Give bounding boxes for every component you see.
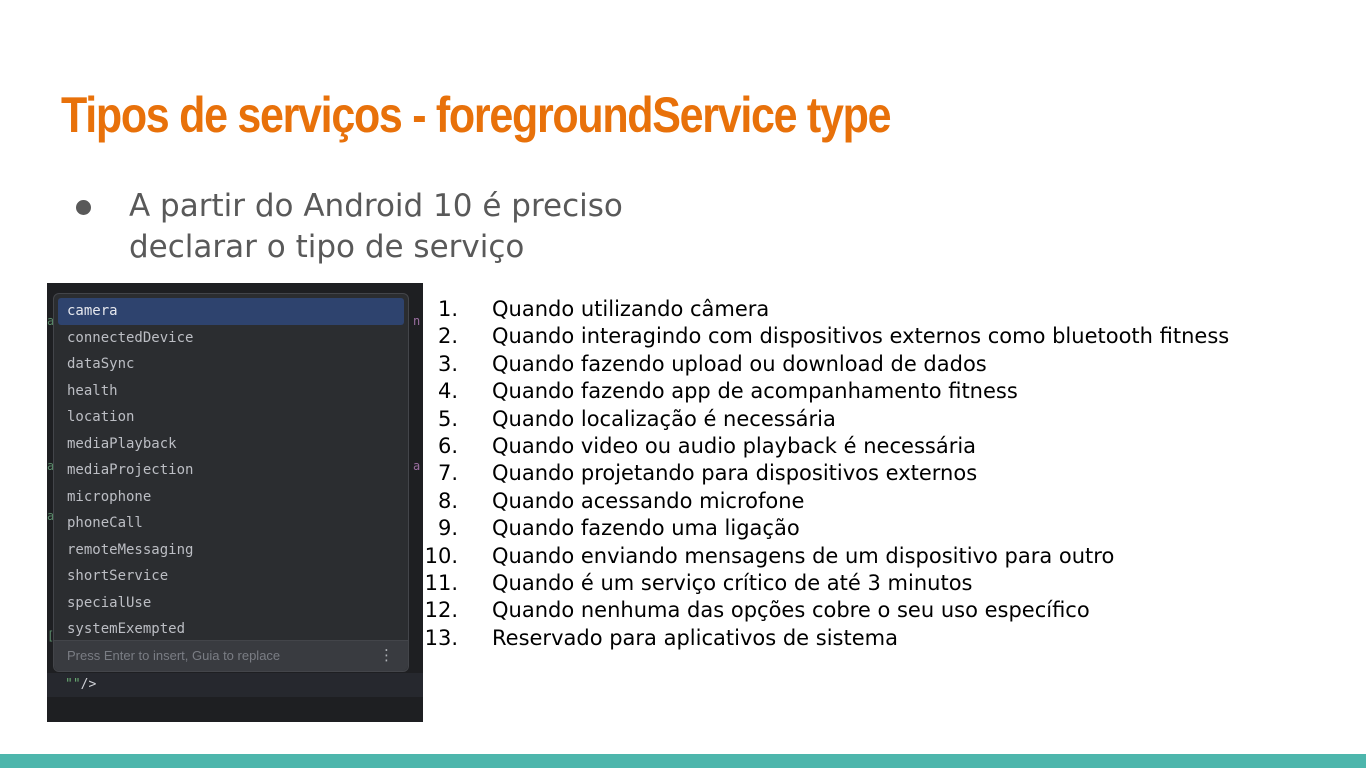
list-item: 7. Quando projetando para dispositivos ex… — [420, 460, 1320, 487]
list-item-number: 12. — [424, 598, 458, 623]
autocomplete-item-datasync[interactable]: dataSync — [58, 351, 404, 378]
list-item-text: Quando localização é necessária — [492, 406, 836, 431]
autocomplete-item-camera[interactable]: camera — [58, 298, 404, 325]
list-item-number: 8. — [437, 488, 458, 513]
autocomplete-item-remotemessaging[interactable]: remoteMessaging — [58, 537, 404, 564]
list-item-text: Quando utilizando câmera — [492, 297, 770, 321]
bullet-text: A partir do Android 10 é preciso declara… — [129, 186, 689, 268]
autocomplete-list: camera connectedDevice dataSync health locat… — [58, 298, 404, 643]
list-item-text: Quando fazendo upload ou download de dad… — [492, 351, 987, 376]
list-item: 12. Quando nenhuma das opções cobre o seu… — [420, 597, 1320, 624]
bullet-line-1: A partir do Android 10 é preciso — [129, 188, 623, 224]
list-item-number: 1. — [437, 297, 458, 321]
code-tag-close: /> — [80, 677, 97, 692]
footer-accent-bar — [0, 754, 1366, 768]
autocomplete-item-systemexempted[interactable]: systemExempted — [58, 616, 404, 643]
foreground-service-types-list: 1. Quando utilizando câmera 2. Quando inter… — [420, 296, 1320, 652]
list-item-number: 2. — [437, 324, 458, 349]
list-item: 1. Quando utilizando câmera — [420, 296, 1320, 323]
list-item-text: Quando enviando mensagens de um disposit… — [492, 543, 1115, 568]
list-item-number: 4. — [437, 379, 458, 404]
list-item: 4. Quando fazendo app de acompanhamento f… — [420, 378, 1320, 405]
autocomplete-item-microphone[interactable]: microphone — [58, 484, 404, 511]
list-item-text: Quando é um serviço crítico de até 3 min… — [492, 570, 973, 595]
list-item-text: Quando fazendo app de acompanhamento fit… — [492, 379, 1018, 404]
list-item-number: 9. — [437, 516, 458, 541]
list-item: 6. Quando video ou audio playback é neces… — [420, 433, 1320, 460]
list-item-text: Quando fazendo uma ligação — [492, 516, 800, 541]
slide-title: Tipos de serviços - foregroundService ty… — [61, 87, 891, 143]
autocomplete-item-location[interactable]: location — [58, 404, 404, 431]
list-item: 13. Reservado para aplicativos de sistema — [420, 625, 1320, 652]
list-item-text: Quando interagindo com dispositivos exte… — [492, 324, 1230, 349]
autocomplete-item-connecteddevice[interactable]: connectedDevice — [58, 325, 404, 352]
list-item-text: Quando projetando para dispositivos exte… — [492, 461, 978, 486]
more-vertical-icon[interactable]: ⋮ — [379, 646, 394, 664]
list-item: 8. Quando acessando microfone — [420, 488, 1320, 515]
list-item-number: 10. — [424, 543, 458, 568]
list-item-text: Quando video ou audio playback é necessá… — [492, 433, 977, 458]
list-item-number: 6. — [437, 433, 458, 458]
list-item-number: 3. — [437, 351, 458, 376]
list-item: 10. Quando enviando mensagens de um dispo… — [420, 543, 1320, 570]
autocomplete-popup: camera connectedDevice dataSync health locat… — [53, 293, 409, 672]
list-item-text: Quando acessando microfone — [492, 488, 805, 513]
list-item: 9. Quando fazendo uma ligação — [420, 515, 1320, 542]
list-item-number: 13. — [424, 625, 458, 650]
list-item-number: 7. — [437, 461, 458, 486]
autocomplete-item-phonecall[interactable]: phoneCall — [58, 510, 404, 537]
autocomplete-hint: Press Enter to insert, Guia to replace — [67, 648, 281, 663]
list-item: 5. Quando localização é necessária — [420, 406, 1320, 433]
autocomplete-item-mediaprojection[interactable]: mediaProjection — [58, 457, 404, 484]
autocomplete-item-health[interactable]: health — [58, 378, 404, 405]
list-item: 11. Quando é um serviço crítico de até 3 … — [420, 570, 1320, 597]
list-item-text: Quando nenhuma das opções cobre o seu us… — [492, 598, 1090, 623]
current-code-line — [47, 673, 423, 697]
autocomplete-item-shortservice[interactable]: shortService — [58, 563, 404, 590]
list-item: 3. Quando fazendo upload ou download de d… — [420, 351, 1320, 378]
code-line-text: ""/> — [65, 677, 96, 692]
list-item: 2. Quando interagindo com dispositivos ex… — [420, 323, 1320, 350]
autocomplete-footer: Press Enter to insert, Guia to replace ⋮ — [54, 640, 408, 671]
list-item-number: 5. — [437, 406, 458, 431]
autocomplete-item-specialuse[interactable]: specialUse — [58, 590, 404, 617]
bullet-line-2: declarar o tipo de serviço — [129, 229, 525, 265]
autocomplete-item-mediaplayback[interactable]: mediaPlayback — [58, 431, 404, 458]
list-item-number: 11. — [424, 570, 458, 595]
list-item-text: Reservado para aplicativos de sistema — [492, 625, 898, 650]
bullet-dot-icon — [76, 200, 91, 215]
code-quotes: "" — [65, 677, 81, 692]
